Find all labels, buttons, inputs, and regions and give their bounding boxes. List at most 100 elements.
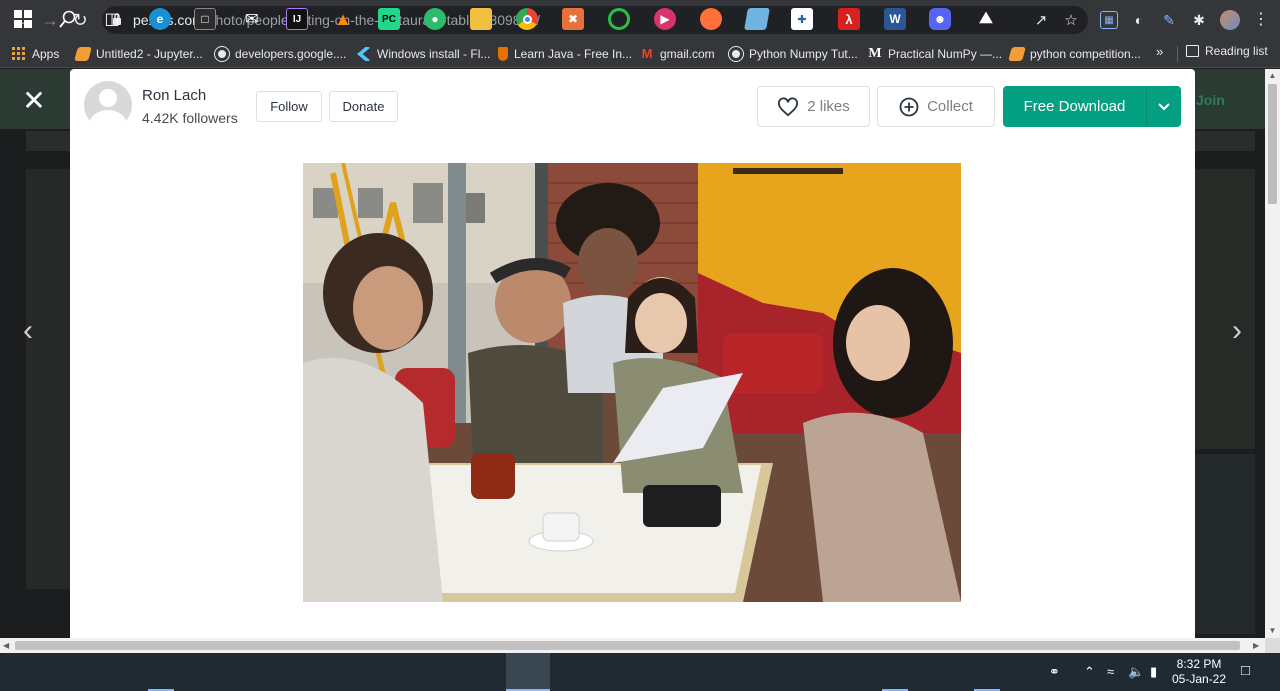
background-bar: [1195, 131, 1255, 151]
bookmark-label: developers.google....: [235, 47, 347, 61]
heart-icon: [778, 96, 799, 116]
bookmark-label: Apps: [32, 47, 60, 61]
bookmark-practical-numpy[interactable]: M Practical NumPy —...: [868, 44, 1002, 64]
discord-icon[interactable]: ☻: [929, 8, 951, 30]
more-bookmarks-icon[interactable]: »: [1156, 44, 1163, 59]
scrollbar-corner: [1265, 638, 1280, 653]
follow-button[interactable]: Follow: [256, 91, 322, 122]
bookmark-label: Python Numpy Tut...: [749, 47, 858, 61]
scroll-up-icon[interactable]: ▲: [1268, 71, 1277, 80]
clock-date: 05-Jan-22: [1171, 672, 1227, 686]
windows-start-icon[interactable]: [12, 8, 34, 30]
apps-grid-icon: [12, 47, 25, 60]
pycharm-icon[interactable]: PC: [378, 8, 400, 30]
maps-icon[interactable]: ●: [424, 8, 446, 30]
bookmark-label: Untitled2 - Jupyter...: [96, 47, 203, 61]
download-options-button[interactable]: [1147, 86, 1181, 127]
collect-button[interactable]: Collect: [877, 86, 995, 127]
author-name[interactable]: Ron Lach: [142, 87, 206, 104]
bookmark-jupyter[interactable]: Untitled2 - Jupyter...: [74, 44, 203, 64]
like-button[interactable]: 2 likes: [757, 86, 870, 127]
bookmark-gmail[interactable]: M gmail.com: [640, 44, 715, 64]
globe-icon: [214, 46, 230, 62]
bookmark-developers-google[interactable]: developers.google....: [214, 44, 347, 64]
reading-list-button[interactable]: Reading list: [1186, 44, 1268, 58]
bookmarks-bar: Apps Untitled2 - Jupyter... developers.g…: [0, 40, 1280, 68]
puzzle-icon[interactable]: ✱: [1190, 11, 1208, 29]
bookmark-apps[interactable]: Apps: [12, 44, 59, 64]
main-photo[interactable]: [303, 163, 961, 602]
bookmark-windows-install[interactable]: Windows install - Fl...: [357, 44, 490, 64]
vlc-icon[interactable]: ▲: [332, 8, 354, 30]
pen-extension-icon[interactable]: ✎: [1160, 11, 1178, 29]
medium-icon: M: [868, 46, 882, 61]
scroll-down-icon[interactable]: ▼: [1268, 626, 1277, 635]
word-icon[interactable]: W: [884, 8, 906, 30]
search-icon[interactable]: [57, 8, 79, 30]
extension-icon[interactable]: ▦: [1100, 11, 1118, 29]
virtualbox-icon[interactable]: [744, 8, 770, 30]
edge-icon[interactable]: e: [149, 8, 171, 30]
collect-label: Collect: [927, 98, 973, 115]
background-photo-column: [26, 169, 70, 589]
bookmark-python-numpy[interactable]: Python Numpy Tut...: [728, 44, 858, 64]
bookmark-learn-java[interactable]: Learn Java - Free In...: [498, 44, 632, 64]
bookmarks-divider: [1177, 46, 1178, 62]
bookmark-star-icon[interactable]: ☆: [1062, 12, 1080, 30]
globe-icon: [728, 46, 744, 62]
extension-g-icon[interactable]: ◐: [1130, 11, 1148, 29]
people-icon[interactable]: ⚭: [1049, 664, 1060, 680]
acrobat-icon[interactable]: λ: [838, 8, 860, 30]
media-player-icon[interactable]: ▶: [654, 8, 676, 30]
bookmark-label: Windows install - Fl...: [377, 47, 491, 61]
horizontal-scroll-thumb[interactable]: [15, 641, 1240, 650]
intellij-icon[interactable]: IJ: [286, 8, 308, 30]
task-view-icon[interactable]: ◫: [101, 8, 123, 30]
bookmark-label: python competition...: [1030, 47, 1141, 61]
photos-app-icon[interactable]: ✚: [791, 8, 813, 30]
menu-dots-icon[interactable]: ⋮: [1253, 10, 1269, 30]
bookmark-label: gmail.com: [660, 47, 715, 61]
photo-illustration: [303, 163, 961, 602]
mail-icon[interactable]: ✉: [241, 8, 263, 30]
flutter-icon: [357, 47, 371, 61]
chrome-icon[interactable]: [516, 8, 538, 30]
follower-count: 4.42K followers: [142, 110, 238, 126]
active-app-highlight: [506, 653, 550, 691]
app-orange-icon[interactable]: ✖: [562, 8, 584, 30]
likes-count: 2 likes: [807, 98, 850, 115]
notification-icon[interactable]: □: [1241, 662, 1250, 679]
join-link: Join: [1196, 92, 1225, 108]
clock-time: 8:32 PM: [1176, 657, 1222, 671]
file-explorer-icon[interactable]: [470, 8, 492, 30]
java-icon: [498, 47, 508, 61]
scroll-right-icon[interactable]: ▶: [1253, 641, 1259, 650]
chevron-up-icon[interactable]: ⌃: [1084, 664, 1095, 680]
background-photo-column: [1195, 169, 1255, 449]
photos-icon[interactable]: ⛰: [975, 8, 997, 30]
battery-icon[interactable]: ▮: [1150, 664, 1157, 680]
bookmark-label: Practical NumPy —...: [888, 47, 1003, 61]
progress-app-icon[interactable]: [608, 8, 630, 30]
bookmark-python-competition[interactable]: python competition...: [1008, 44, 1141, 64]
scroll-left-icon[interactable]: ◀: [3, 641, 9, 650]
taskbar-clock[interactable]: 8:32 PM 05-Jan-22: [1168, 657, 1230, 687]
previous-photo-icon[interactable]: ‹: [16, 316, 40, 346]
close-icon[interactable]: ✕: [22, 87, 46, 115]
background-bar: [26, 131, 70, 151]
next-photo-icon[interactable]: ›: [1225, 316, 1249, 346]
wifi-icon[interactable]: ≈: [1107, 664, 1114, 679]
firefox-icon[interactable]: [700, 8, 722, 30]
volume-icon[interactable]: 🔈: [1128, 664, 1144, 680]
vertical-scroll-thumb[interactable]: [1268, 84, 1277, 204]
jupyter-icon: [74, 47, 92, 61]
donate-button[interactable]: Donate: [329, 91, 398, 122]
profile-avatar[interactable]: [1220, 10, 1240, 30]
gmail-icon: M: [641, 46, 653, 61]
share-icon[interactable]: ↗: [1032, 12, 1050, 30]
photo-modal: Ron Lach 4.42K followers Follow Donate 2…: [70, 69, 1195, 638]
author-avatar[interactable]: [84, 81, 132, 129]
plus-circle-icon: [899, 97, 919, 116]
store-icon[interactable]: □: [194, 8, 216, 30]
free-download-button[interactable]: Free Download: [1003, 86, 1146, 127]
